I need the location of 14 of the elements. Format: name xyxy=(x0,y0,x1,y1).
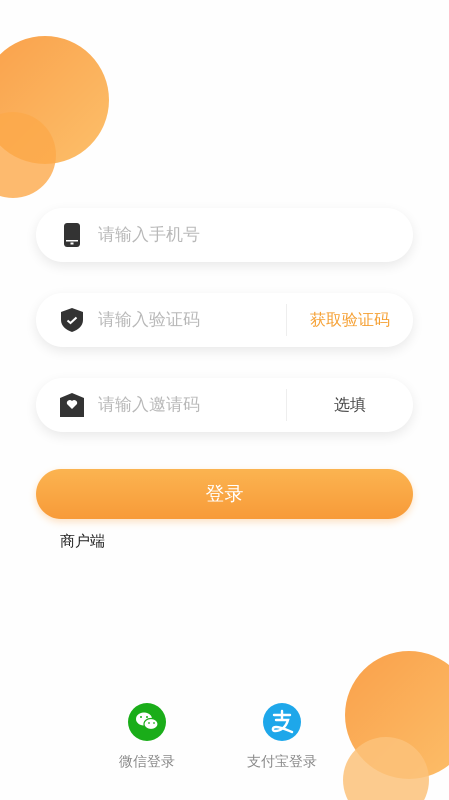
input-field[interactable]: 请输入手机号 xyxy=(96,224,413,246)
input-field[interactable]: 请输入邀请码 xyxy=(96,394,286,416)
social-login-label[interactable]: 微信登录 xyxy=(119,753,175,771)
merchant-link[interactable]: 商户端 xyxy=(60,532,105,550)
login-button[interactable]: 登录 xyxy=(36,469,413,519)
optional-label: 选填 xyxy=(333,394,367,416)
input-field[interactable]: 请输入验证码 xyxy=(96,309,286,331)
chat-bubbles-icon[interactable] xyxy=(128,703,166,741)
envelope-heart-icon xyxy=(60,393,84,417)
phone-icon xyxy=(64,223,80,247)
get-code-link[interactable]: 获取验证码 xyxy=(287,310,413,330)
shield-check-icon xyxy=(61,308,83,332)
payment-logo-icon[interactable] xyxy=(263,703,301,741)
social-login-label[interactable]: 支付宝登录 xyxy=(247,753,317,771)
